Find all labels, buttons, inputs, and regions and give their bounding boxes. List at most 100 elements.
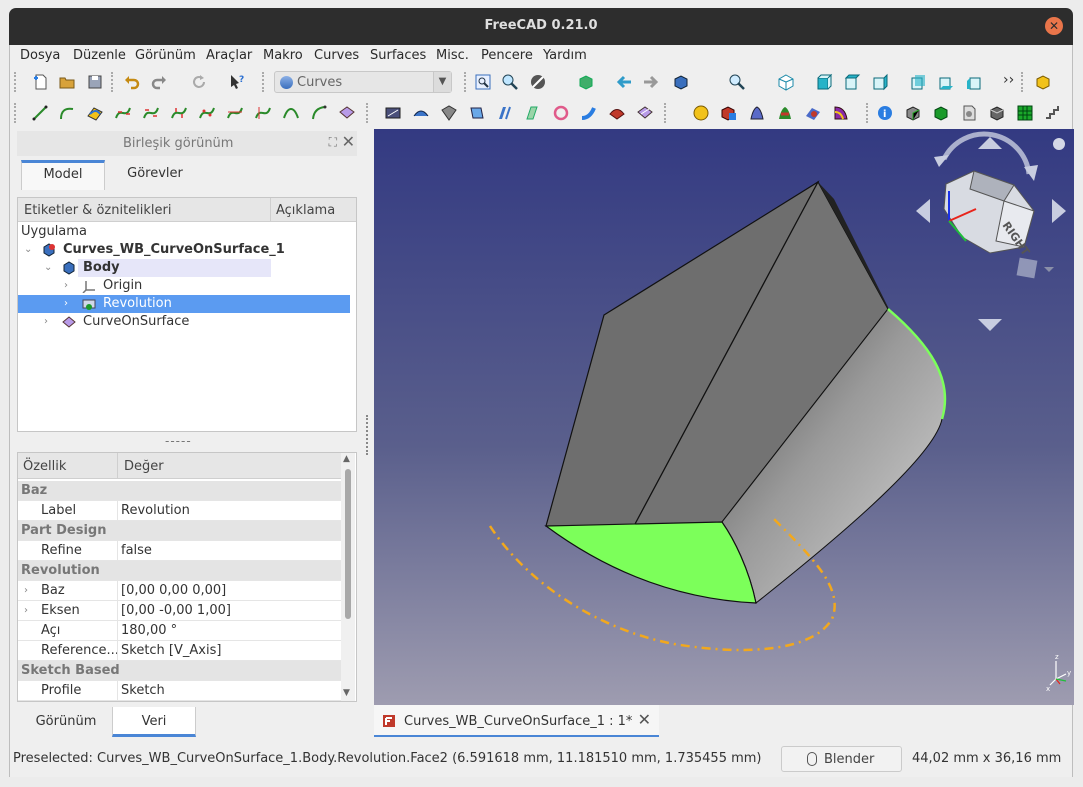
tree-origin-row[interactable]: › Origin: [18, 277, 356, 295]
hood-icon[interactable]: [608, 104, 626, 122]
chevron-right-icon[interactable]: ›: [24, 601, 28, 621]
document-icon[interactable]: [960, 104, 978, 122]
arc-icon[interactable]: [58, 104, 76, 122]
toolbar-overflow-button[interactable]: ››: [1003, 72, 1014, 88]
part-workbench-icon[interactable]: [1034, 73, 1052, 91]
std-views-icon[interactable]: [672, 73, 690, 91]
menu-yardim[interactable]: Yardım: [543, 48, 587, 63]
back-arrow-icon[interactable]: [615, 73, 633, 91]
prop-row-baz[interactable]: › Baz [0,00 0,00 0,00]: [18, 581, 342, 601]
prop-col-value[interactable]: Değer: [124, 459, 164, 474]
curve-1-icon[interactable]: [114, 104, 132, 122]
front-view-icon[interactable]: [815, 73, 833, 91]
3d-viewport[interactable]: RIGHT z y x: [374, 129, 1074, 705]
tree-col-labels[interactable]: Etiketler & öznitelikleri: [24, 203, 171, 218]
chevron-right-icon[interactable]: ›: [64, 277, 68, 295]
undo-icon[interactable]: [123, 73, 141, 91]
navigation-style-button[interactable]: Blender: [781, 746, 902, 772]
sketch-on-surface-icon[interactable]: [384, 104, 402, 122]
redo-icon[interactable]: [150, 73, 168, 91]
chevron-right-icon[interactable]: ›: [44, 313, 48, 331]
panel-splitter[interactable]: -----: [165, 434, 192, 448]
measure-icon[interactable]: [728, 73, 746, 91]
curve-3-icon[interactable]: [170, 104, 188, 122]
pipe-icon[interactable]: [552, 104, 570, 122]
prop-row-aci[interactable]: Açı 180,00 °: [18, 621, 342, 641]
scroll-up-icon[interactable]: ▲: [343, 454, 350, 464]
line-icon[interactable]: [31, 104, 49, 122]
preselected-face[interactable]: [544, 521, 757, 604]
menu-misc[interactable]: Misc.: [436, 48, 469, 63]
forward-arrow-icon[interactable]: [642, 73, 660, 91]
box-gray-icon[interactable]: [904, 104, 922, 122]
menu-makro[interactable]: Makro: [263, 48, 303, 63]
menu-araclar[interactable]: Araçlar: [206, 48, 252, 63]
blend-surface-icon[interactable]: [496, 104, 514, 122]
sweep-icon[interactable]: [580, 104, 598, 122]
property-scrollbar[interactable]: ▲ ▼: [341, 453, 355, 701]
curve-4-icon[interactable]: [198, 104, 216, 122]
curve-7-icon[interactable]: [282, 104, 300, 122]
stairs-icon[interactable]: [1044, 104, 1062, 122]
ruled-surface-icon[interactable]: [468, 104, 486, 122]
tab-veri[interactable]: Veri: [112, 707, 196, 737]
menu-pencere[interactable]: Pencere: [481, 48, 533, 63]
sphere-icon[interactable]: [692, 104, 710, 122]
trim-face-icon[interactable]: [804, 104, 822, 122]
menu-surfaces[interactable]: Surfaces: [370, 48, 426, 63]
panel-resize-handle[interactable]: [366, 415, 370, 455]
float-panel-icon[interactable]: ⛶: [329, 135, 337, 150]
prop-row-label[interactable]: Label Revolution: [18, 501, 342, 521]
close-panel-icon[interactable]: ✕: [342, 132, 355, 151]
tree-revolution-row[interactable]: › Revolution: [18, 295, 350, 313]
tab-model[interactable]: Model: [21, 160, 105, 190]
iso-curve-icon[interactable]: [636, 104, 654, 122]
zoom-icon[interactable]: [501, 73, 519, 91]
fit-all-icon[interactable]: [474, 73, 492, 91]
tree-col-description[interactable]: Açıklama: [276, 203, 335, 218]
rear-view-icon[interactable]: [909, 73, 927, 91]
workbench-selector[interactable]: Curves ▼: [274, 71, 452, 93]
isometric-view-icon[interactable]: [777, 73, 795, 91]
bottom-view-icon[interactable]: [937, 73, 955, 91]
prop-row-eksen[interactable]: › Eksen [0,00 -0,00 1,00]: [18, 601, 342, 621]
chevron-down-icon[interactable]: ▼: [433, 72, 451, 92]
save-icon[interactable]: [86, 73, 104, 91]
menu-dosya[interactable]: Dosya: [20, 48, 60, 63]
tree-document-row[interactable]: ⌄ Curves_WB_CurveOnSurface_1: [18, 241, 356, 259]
whats-this-icon[interactable]: ?: [228, 73, 246, 91]
box-green-icon[interactable]: [932, 104, 950, 122]
top-view-icon[interactable]: [843, 73, 861, 91]
menu-curves[interactable]: Curves: [314, 48, 359, 63]
curve-2-icon[interactable]: [142, 104, 160, 122]
tab-gorunum[interactable]: Görünüm: [20, 707, 112, 737]
menu-duzenle[interactable]: Düzenle: [73, 48, 126, 63]
grid-icon[interactable]: [1016, 104, 1034, 122]
info-icon[interactable]: i: [876, 104, 894, 122]
face-map-icon[interactable]: [832, 104, 850, 122]
prop-col-property[interactable]: Özellik: [23, 459, 66, 474]
shape-info-icon[interactable]: [720, 104, 738, 122]
tab-gorevler[interactable]: Görevler: [113, 160, 197, 190]
box-dark-icon[interactable]: [988, 104, 1006, 122]
bounding-box-icon[interactable]: [577, 73, 595, 91]
chevron-right-icon[interactable]: ›: [64, 295, 68, 313]
scrollbar-thumb[interactable]: [345, 469, 351, 619]
document-tab[interactable]: Curves_WB_CurveOnSurface_1 : 1* ✕: [374, 705, 659, 737]
pipe-shell-icon[interactable]: [440, 104, 458, 122]
navigation-cube[interactable]: RIGHT: [916, 131, 1066, 331]
chevron-down-icon[interactable]: ⌄: [24, 241, 32, 259]
tree-curveonsurface-row[interactable]: › CurveOnSurface: [18, 313, 356, 331]
close-window-button[interactable]: ✕: [1045, 17, 1063, 35]
prop-row-refine[interactable]: Refine false: [18, 541, 342, 561]
curve-5-icon[interactable]: [226, 104, 244, 122]
menu-gorunum[interactable]: Görünüm: [135, 48, 196, 63]
tree-body-row[interactable]: ⌄ Body: [18, 259, 356, 277]
toolbar-grip[interactable]: [14, 72, 18, 92]
right-view-icon[interactable]: [871, 73, 889, 91]
blend-curve-icon[interactable]: [86, 104, 104, 122]
curve-6-icon[interactable]: [254, 104, 272, 122]
zebra-icon[interactable]: [776, 104, 794, 122]
refresh-icon[interactable]: [190, 73, 208, 91]
curve-on-surface-icon[interactable]: [524, 104, 542, 122]
